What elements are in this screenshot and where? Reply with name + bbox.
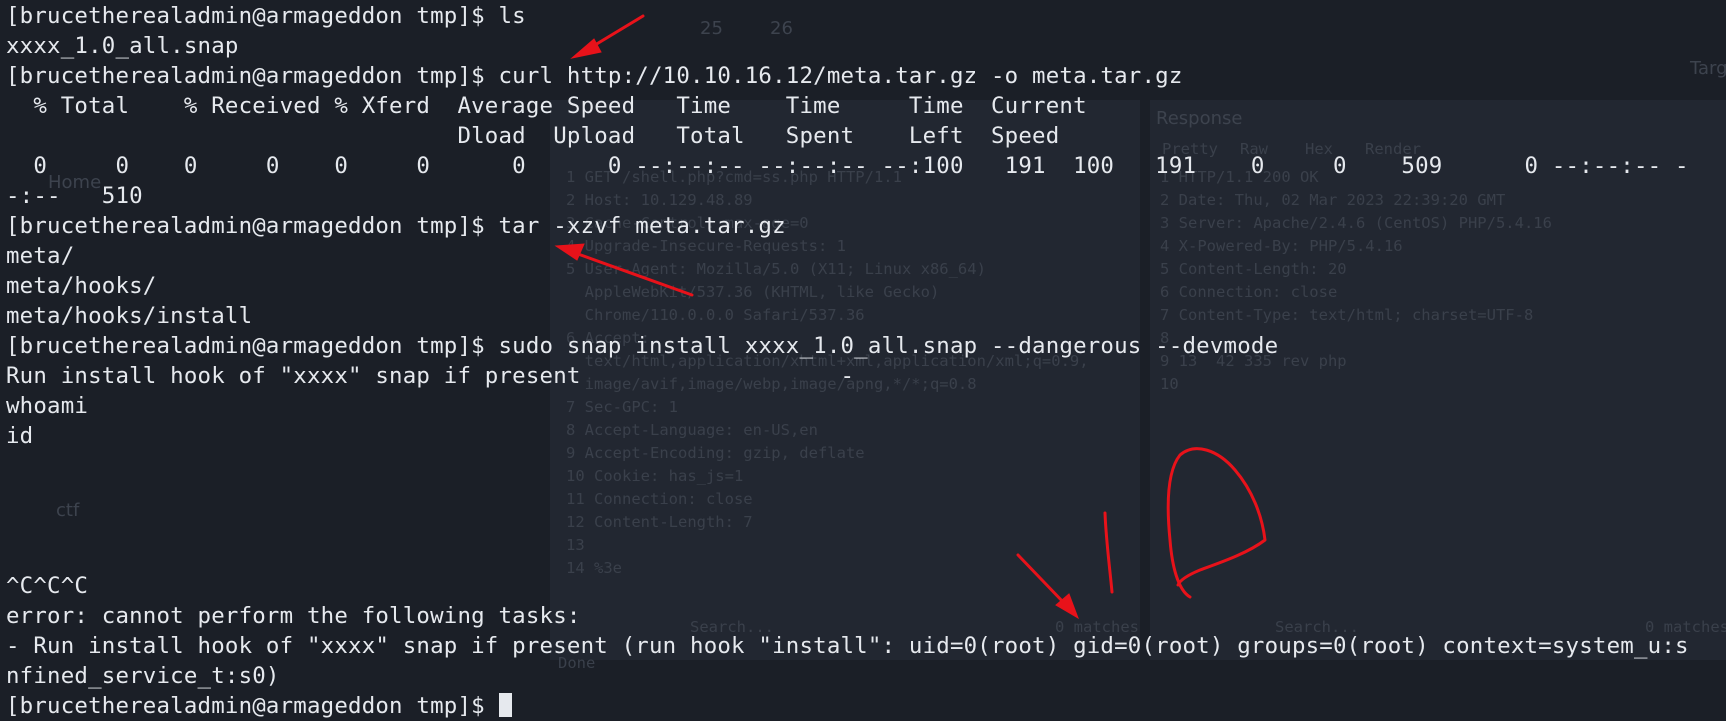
terminal-line: nfined_service_t:s0)	[6, 663, 280, 689]
terminal-line: [brucetherealadmin@armageddon tmp]$ tar …	[6, 213, 786, 239]
terminal-line: xxxx_1.0_all.snap	[6, 33, 239, 59]
terminal-line: Dload Upload Total Spent Left Speed	[6, 123, 1060, 149]
terminal-line: meta/	[6, 243, 75, 269]
terminal-line: ^C^C^C	[6, 573, 89, 599]
terminal-line: 0 0 0 0 0 0 0 0 --:--:-- --:--:-- --:100…	[6, 153, 1689, 179]
terminal-line: error: cannot perform the following task…	[6, 603, 581, 629]
terminal-line: [brucetherealadmin@armageddon tmp]$ ls	[6, 3, 526, 29]
terminal-window[interactable]: [brucetherealadmin@armageddon tmp]$ ls xx…	[0, 0, 1726, 719]
terminal-line: -:-- 510	[6, 183, 143, 209]
terminal-line: meta/hooks/	[6, 273, 157, 299]
terminal-line: % Total % Received % Xferd Average Speed…	[6, 93, 1087, 119]
terminal-line: [brucetherealadmin@armageddon tmp]$ sudo…	[6, 333, 1279, 359]
terminal-line: [brucetherealadmin@armageddon tmp]$ curl…	[6, 63, 1183, 89]
terminal-line: whoami	[6, 393, 89, 419]
terminal-line: id	[6, 423, 34, 449]
terminal-line: Run install hook of "xxxx" snap if prese…	[6, 363, 855, 389]
terminal-line: - Run install hook of "xxxx" snap if pre…	[6, 633, 1689, 659]
terminal-line: meta/hooks/install	[6, 303, 253, 329]
terminal-line: [brucetherealadmin@armageddon tmp]$	[6, 691, 512, 721]
terminal-cursor	[498, 693, 512, 717]
